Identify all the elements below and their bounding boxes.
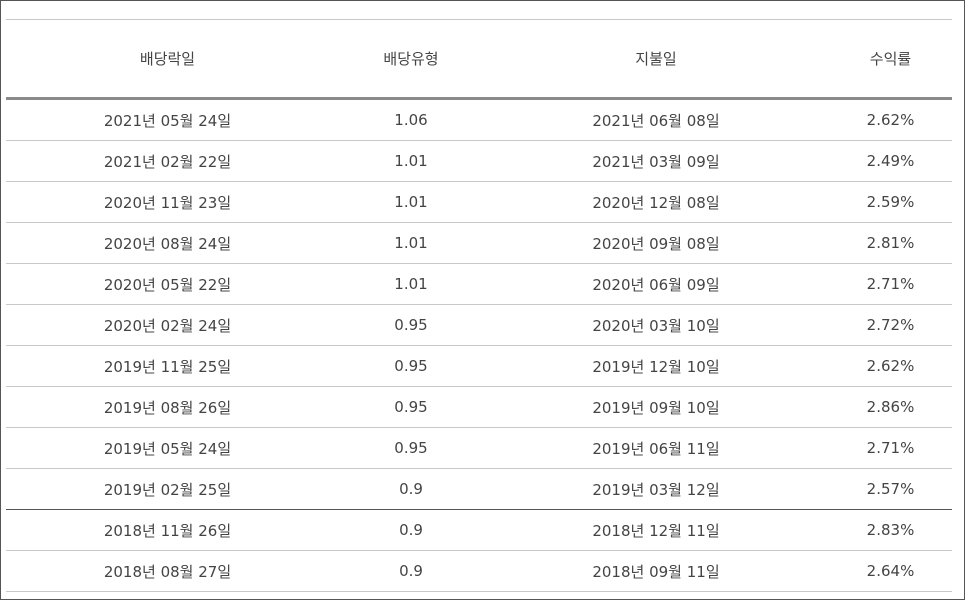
cell-yield: 2.72% bbox=[819, 304, 952, 346]
table-header: 배당락일 배당유형 지불일 수익률 bbox=[6, 20, 952, 100]
cell-yield: 2.62% bbox=[819, 98, 952, 141]
cell-dividend-amount: 1.06 bbox=[329, 98, 493, 141]
cell-payment-date: 2020년 09월 08일 bbox=[493, 222, 819, 264]
cell-dividend-amount: 0.95 bbox=[329, 386, 493, 428]
cell-dividend-amount: 0.9 bbox=[329, 550, 493, 592]
cell-ex-dividend-date: 2020년 05월 22일 bbox=[6, 263, 329, 305]
cell-yield: 2.64% bbox=[819, 550, 952, 592]
cell-ex-dividend-date: 2019년 02월 25일 bbox=[6, 468, 329, 510]
cell-yield: 2.62% bbox=[819, 345, 952, 387]
cell-payment-date: 2020년 06월 09일 bbox=[493, 263, 819, 305]
cell-ex-dividend-date: 2020년 11월 23일 bbox=[6, 181, 329, 223]
cell-ex-dividend-date: 2019년 08월 26일 bbox=[6, 386, 329, 428]
header-payment-date: 지불일 bbox=[493, 20, 819, 100]
cell-dividend-amount: 0.95 bbox=[329, 304, 493, 346]
header-row: 배당락일 배당유형 지불일 수익률 bbox=[6, 20, 952, 100]
cell-ex-dividend-date: 2020년 08월 24일 bbox=[6, 222, 329, 264]
cell-ex-dividend-date: 2021년 05월 24일 bbox=[6, 98, 329, 141]
cell-ex-dividend-date: 2018년 11월 26일 bbox=[6, 509, 329, 551]
cell-dividend-amount: 1.01 bbox=[329, 263, 493, 305]
cell-dividend-amount: 0.9 bbox=[329, 468, 493, 510]
cell-yield: 2.57% bbox=[819, 468, 952, 510]
cell-payment-date: 2019년 03월 12일 bbox=[493, 468, 819, 510]
cell-ex-dividend-date: 2021년 02월 22일 bbox=[6, 140, 329, 182]
cell-ex-dividend-date: 2018년 08월 27일 bbox=[6, 550, 329, 592]
table-row: 2019년 02월 25일 0.9 2019년 03월 12일 2.57% bbox=[6, 468, 952, 510]
header-dividend-type: 배당유형 bbox=[329, 20, 493, 100]
cell-payment-date: 2021년 06월 08일 bbox=[493, 98, 819, 141]
cell-dividend-amount: 0.95 bbox=[329, 427, 493, 469]
cell-dividend-amount: 1.01 bbox=[329, 222, 493, 264]
cell-payment-date: 2020년 12월 08일 bbox=[493, 181, 819, 223]
cell-payment-date: 2020년 03월 10일 bbox=[493, 304, 819, 346]
table-row: 2021년 05월 24일 1.06 2021년 06월 08일 2.62% bbox=[6, 98, 952, 141]
table-body: 2021년 05월 24일 1.06 2021년 06월 08일 2.62% 2021년… bbox=[6, 98, 952, 592]
cell-ex-dividend-date: 2019년 05월 24일 bbox=[6, 427, 329, 469]
table-row: 2020년 05월 22일 1.01 2020년 06월 09일 2.71% bbox=[6, 263, 952, 305]
cell-payment-date: 2019년 09월 10일 bbox=[493, 386, 819, 428]
cell-yield: 2.83% bbox=[819, 509, 952, 551]
table-row: 2019년 11월 25일 0.95 2019년 12월 10일 2.62% bbox=[6, 345, 952, 387]
cell-yield: 2.86% bbox=[819, 386, 952, 428]
cell-yield: 2.71% bbox=[819, 263, 952, 305]
cell-yield: 2.71% bbox=[819, 427, 952, 469]
cell-payment-date: 2021년 03월 09일 bbox=[493, 140, 819, 182]
cell-yield: 2.59% bbox=[819, 181, 952, 223]
cell-payment-date: 2019년 06월 11일 bbox=[493, 427, 819, 469]
cell-ex-dividend-date: 2020년 02월 24일 bbox=[6, 304, 329, 346]
table-row: 2020년 11월 23일 1.01 2020년 12월 08일 2.59% bbox=[6, 181, 952, 223]
table-row: 2018년 11월 26일 0.9 2018년 12월 11일 2.83% bbox=[6, 509, 952, 551]
cell-dividend-amount: 1.01 bbox=[329, 181, 493, 223]
table-row: 2020년 02월 24일 0.95 2020년 03월 10일 2.72% bbox=[6, 304, 952, 346]
cell-yield: 2.49% bbox=[819, 140, 952, 182]
table-row: 2020년 08월 24일 1.01 2020년 09월 08일 2.81% bbox=[6, 222, 952, 264]
cell-dividend-amount: 1.01 bbox=[329, 140, 493, 182]
cell-payment-date: 2018년 12월 11일 bbox=[493, 509, 819, 551]
table-row: 2018년 08월 27일 0.9 2018년 09월 11일 2.64% bbox=[6, 550, 952, 592]
cell-dividend-amount: 0.9 bbox=[329, 509, 493, 551]
table-row: 2021년 02월 22일 1.01 2021년 03월 09일 2.49% bbox=[6, 140, 952, 182]
header-yield: 수익률 bbox=[819, 20, 952, 100]
cell-payment-date: 2019년 12월 10일 bbox=[493, 345, 819, 387]
cell-yield: 2.81% bbox=[819, 222, 952, 264]
table-row: 2019년 08월 26일 0.95 2019년 09월 10일 2.86% bbox=[6, 386, 952, 428]
dividend-history-table: 배당락일 배당유형 지불일 수익률 2021년 05월 24일 1.06 2021년… bbox=[6, 20, 952, 592]
table-row: 2019년 05월 24일 0.95 2019년 06월 11일 2.71% bbox=[6, 427, 952, 469]
cell-payment-date: 2018년 09월 11일 bbox=[493, 550, 819, 592]
cell-ex-dividend-date: 2019년 11월 25일 bbox=[6, 345, 329, 387]
header-ex-dividend-date: 배당락일 bbox=[6, 20, 329, 100]
cell-dividend-amount: 0.95 bbox=[329, 345, 493, 387]
